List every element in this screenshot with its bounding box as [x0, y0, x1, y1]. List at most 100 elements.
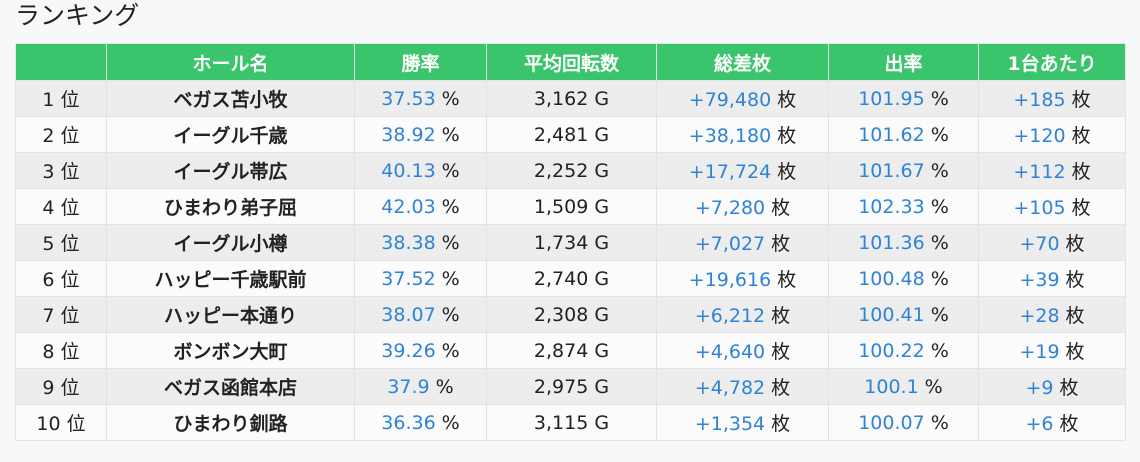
- header-per-machine[interactable]: 1台あたり: [978, 43, 1126, 81]
- total-diff-value: +7,280: [694, 197, 766, 219]
- header-payout-rate[interactable]: 出率: [828, 43, 979, 81]
- hall-name[interactable]: ひまわり弟子屈: [164, 197, 297, 219]
- hall-name-cell[interactable]: ハッピー千歳駅前: [106, 260, 355, 297]
- per-machine-value: +120: [1013, 125, 1066, 147]
- hall-name[interactable]: ひまわり釧路: [173, 413, 287, 435]
- hall-name[interactable]: ハッピー千歳駅前: [154, 269, 306, 291]
- per-machine-cell: +120 枚: [978, 116, 1126, 153]
- hall-name[interactable]: イーグル小樽: [173, 233, 287, 255]
- win-rate-cell: 37.52%: [354, 260, 487, 297]
- payout-rate-cell: 100.22%: [828, 332, 979, 369]
- rank-text: 7 位: [42, 305, 80, 327]
- hall-name-cell[interactable]: イーグル小樽: [106, 224, 355, 261]
- win-rate-cell: 37.53%: [354, 80, 487, 117]
- hall-name[interactable]: イーグル千歳: [173, 125, 287, 147]
- per-machine-unit: 枚: [1059, 413, 1079, 435]
- win-rate-value: 37.9: [387, 375, 430, 398]
- win-rate-unit: %: [441, 87, 460, 110]
- rank-text: 8 位: [42, 341, 80, 363]
- header-avg-spins[interactable]: 平均回転数: [486, 43, 657, 81]
- win-rate-cell: 38.38%: [354, 224, 487, 261]
- win-rate-value: 38.92: [381, 123, 436, 146]
- per-machine-value: +9: [1025, 377, 1054, 399]
- payout-rate-unit: %: [924, 375, 943, 398]
- win-rate-cell: 40.13%: [354, 152, 487, 189]
- per-machine-value: +185: [1013, 89, 1066, 111]
- total-diff-unit: 枚: [771, 341, 791, 363]
- payout-rate-value: 100.1: [864, 375, 919, 398]
- payout-rate-unit: %: [930, 159, 949, 182]
- header-total-diff[interactable]: 総差枚: [656, 43, 829, 81]
- table-row: 8 位 ボンボン大町 39.26% 2,874 G +4,640 枚 100.22…: [15, 332, 1126, 369]
- avg-spins-cell: 2,740 G: [486, 260, 657, 297]
- hall-name-cell[interactable]: イーグル千歳: [106, 116, 355, 153]
- win-rate-value: 37.52: [381, 267, 436, 290]
- total-diff-unit: 枚: [777, 89, 797, 111]
- hall-name[interactable]: ベガス函館本店: [164, 377, 297, 399]
- win-rate-cell: 42.03%: [354, 188, 487, 225]
- win-rate-value: 39.26: [381, 339, 436, 362]
- win-rate-value: 38.07: [381, 303, 436, 326]
- rank-text: 4 位: [42, 197, 80, 219]
- rank-cell: 2 位: [15, 116, 107, 153]
- ranking-table: ホール名 勝率 平均回転数 総差枚 出率 1台あたり 1 位 ベガス苫小牧 37…: [15, 43, 1126, 441]
- hall-name-cell[interactable]: ハッピー本通り: [106, 296, 355, 333]
- per-machine-unit: 枚: [1059, 377, 1079, 399]
- payout-rate-unit: %: [930, 303, 949, 326]
- per-machine-cell: +105 枚: [978, 188, 1126, 225]
- payout-rate-value: 100.48: [858, 267, 925, 290]
- hall-name[interactable]: ボンボン大町: [173, 341, 287, 363]
- rank-text: 10 位: [36, 413, 86, 435]
- rank-cell: 4 位: [15, 188, 107, 225]
- total-diff-unit: 枚: [771, 305, 791, 327]
- hall-name-cell[interactable]: ひまわり弟子屈: [106, 188, 355, 225]
- per-machine-cell: +9 枚: [978, 368, 1126, 405]
- ranking-page: ランキング ホール名 勝率 平均回転数 総差枚 出率 1台あたり 1 位 ベガス…: [0, 0, 1140, 462]
- avg-spins-value: 2,975 G: [533, 375, 610, 398]
- hall-name[interactable]: ハッピー本通り: [164, 305, 297, 327]
- hall-name-cell[interactable]: ボンボン大町: [106, 332, 355, 369]
- hall-name[interactable]: イーグル帯広: [173, 161, 287, 183]
- total-diff-value: +6,212: [694, 305, 766, 327]
- hall-name[interactable]: ベガス苫小牧: [173, 89, 287, 111]
- per-machine-value: +28: [1019, 305, 1060, 327]
- total-diff-unit: 枚: [771, 377, 791, 399]
- win-rate-unit: %: [441, 339, 460, 362]
- total-diff-value: +7,027: [694, 233, 766, 255]
- per-machine-value: +39: [1019, 269, 1060, 291]
- per-machine-value: +6: [1025, 413, 1054, 435]
- header-rank: [15, 43, 107, 81]
- per-machine-unit: 枚: [1065, 341, 1085, 363]
- per-machine-cell: +39 枚: [978, 260, 1126, 297]
- header-win-rate[interactable]: 勝率: [354, 43, 487, 81]
- payout-rate-cell: 101.67%: [828, 152, 979, 189]
- avg-spins-value: 1,734 G: [533, 231, 610, 254]
- avg-spins-cell: 2,481 G: [486, 116, 657, 153]
- avg-spins-cell: 3,115 G: [486, 404, 657, 441]
- hall-name-cell[interactable]: ベガス函館本店: [106, 368, 355, 405]
- rank-cell: 5 位: [15, 224, 107, 261]
- table-row: 9 位 ベガス函館本店 37.9% 2,975 G +4,782 枚 100.1%…: [15, 368, 1126, 405]
- header-hall-name[interactable]: ホール名: [106, 43, 355, 81]
- rank-cell: 10 位: [15, 404, 107, 441]
- per-machine-value: +19: [1019, 341, 1060, 363]
- win-rate-unit: %: [441, 231, 460, 254]
- rank-text: 1 位: [42, 89, 80, 111]
- total-diff-value: +19,616: [688, 269, 772, 291]
- per-machine-cell: +19 枚: [978, 332, 1126, 369]
- total-diff-unit: 枚: [771, 233, 791, 255]
- win-rate-unit: %: [441, 411, 460, 434]
- total-diff-value: +4,640: [694, 341, 766, 363]
- hall-name-cell[interactable]: イーグル帯広: [106, 152, 355, 189]
- hall-name-cell[interactable]: ひまわり釧路: [106, 404, 355, 441]
- per-machine-unit: 枚: [1065, 305, 1085, 327]
- per-machine-cell: +28 枚: [978, 296, 1126, 333]
- avg-spins-value: 2,874 G: [533, 339, 610, 362]
- payout-rate-unit: %: [930, 339, 949, 362]
- payout-rate-cell: 100.1%: [828, 368, 979, 405]
- total-diff-unit: 枚: [777, 269, 797, 291]
- avg-spins-cell: 3,162 G: [486, 80, 657, 117]
- hall-name-cell[interactable]: ベガス苫小牧: [106, 80, 355, 117]
- avg-spins-cell: 2,975 G: [486, 368, 657, 405]
- per-machine-cell: +6 枚: [978, 404, 1126, 441]
